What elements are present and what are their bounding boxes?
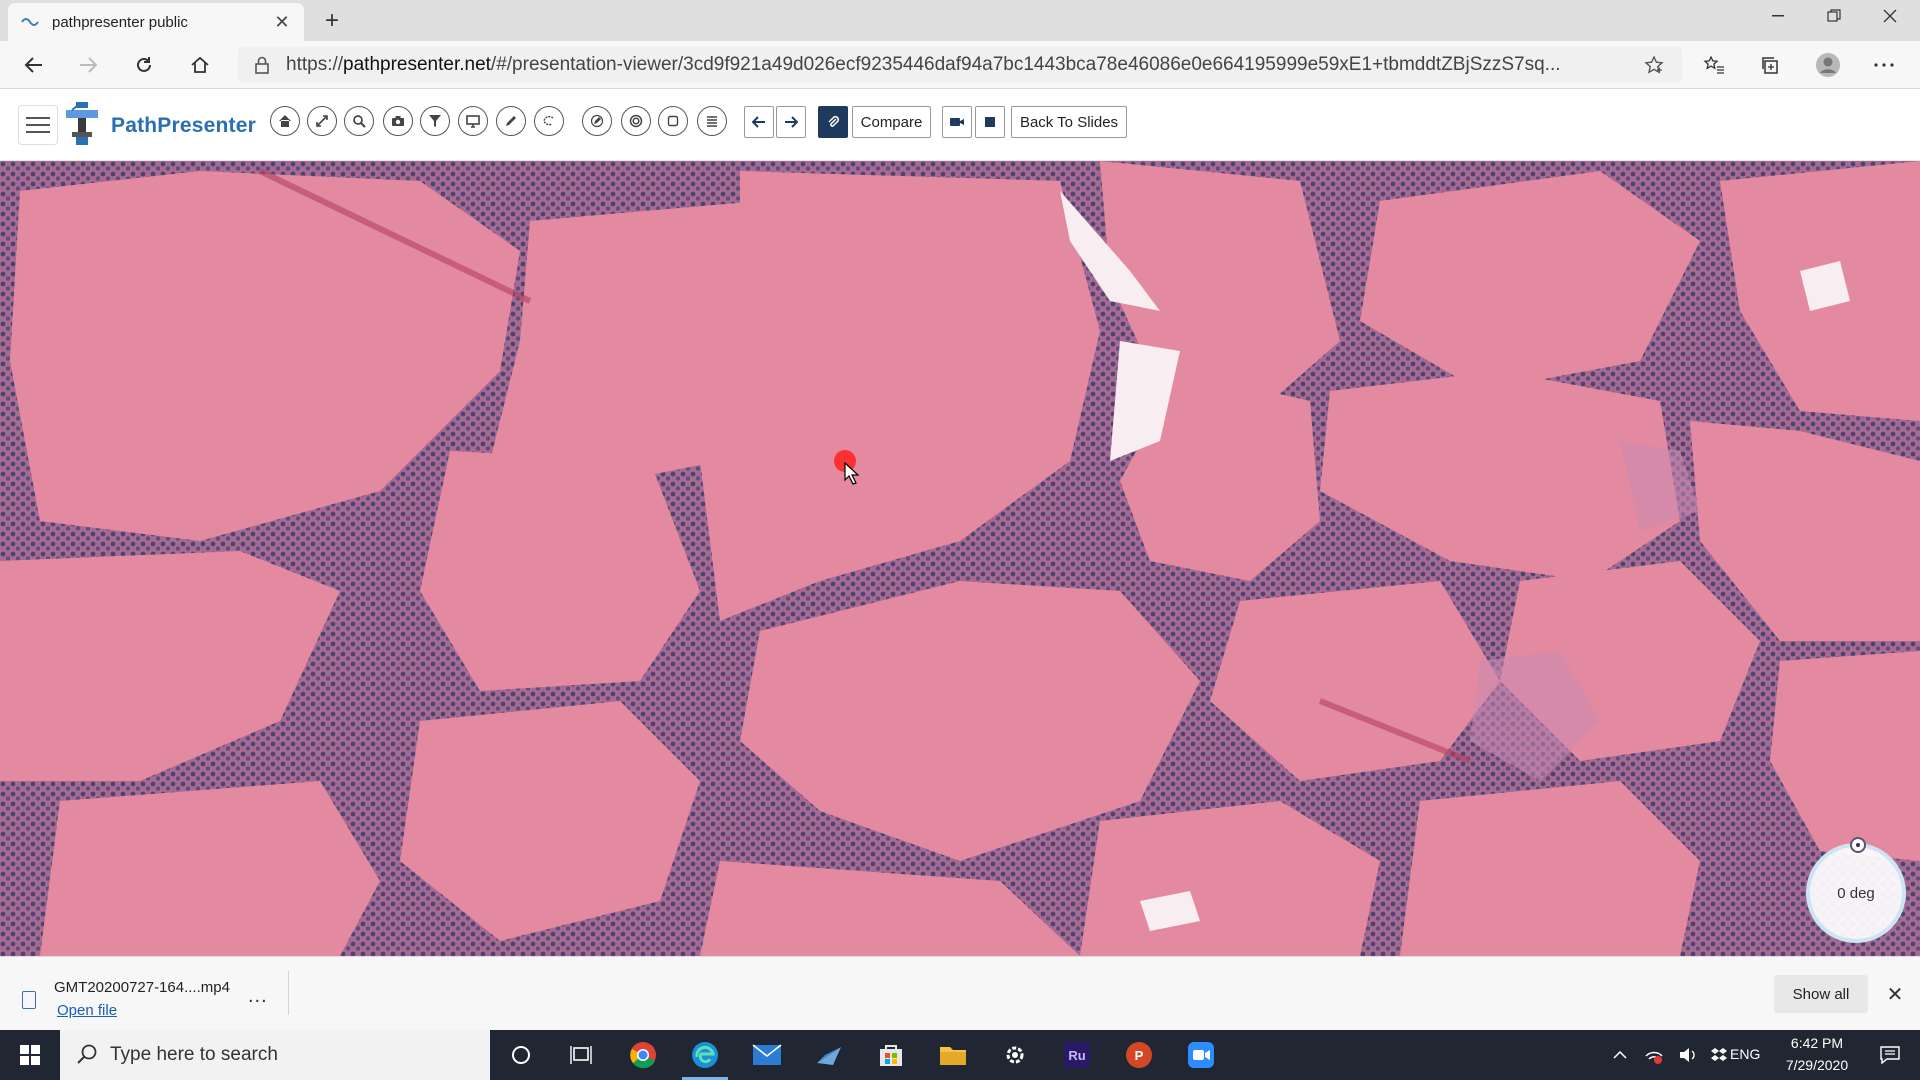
tab-title: pathpresenter public [52,13,188,31]
menu-hamburger-icon[interactable] [18,105,58,145]
show-all-button[interactable]: Show all [1774,975,1868,1013]
snapshot-button[interactable] [383,106,413,136]
clock-time[interactable]: 6:42 PM [1778,1035,1856,1051]
rush-app-icon[interactable]: Ru [1046,1030,1108,1080]
brand-name: PathPresenter [111,114,256,137]
task-view-icon[interactable] [550,1030,612,1080]
previous-slide-button[interactable] [744,106,774,138]
close-window-button[interactable] [1862,0,1918,32]
back-to-slides-button[interactable]: Back To Slides [1011,106,1127,138]
arrow-right-icon [785,116,798,128]
volume-icon[interactable] [1670,1030,1706,1080]
browser-tab-strip: pathpresenter public ✕ + [0,0,1920,41]
show-hidden-icons-chevron-icon[interactable] [1600,1030,1640,1080]
network-status-icon[interactable] [1636,1030,1672,1080]
collections-icon[interactable] [1752,49,1788,81]
stop-square-icon [985,117,995,127]
presentation-button[interactable] [458,106,488,136]
restore-button[interactable] [1806,0,1862,32]
address-bar[interactable]: https://pathpresenter.net/#/presentation… [238,47,1682,83]
chrome-icon[interactable] [612,1030,674,1080]
annotation-pen-icon [590,114,604,128]
rotation-handle[interactable] [1850,837,1866,853]
video-camera-icon [950,118,964,126]
arrow-left-icon [752,116,765,128]
store-icon[interactable] [860,1030,922,1080]
pathpresenter-logo [66,102,98,145]
new-tab-button[interactable]: + [316,5,348,37]
fullscreen-button[interactable] [307,106,337,136]
zoom-button[interactable] [344,106,374,136]
powerpoint-icon[interactable]: P [1108,1030,1170,1080]
rotation-dial[interactable]: 0 deg [1806,843,1906,943]
file-icon [22,991,36,1009]
svg-text:Ru: Ru [1068,1048,1085,1063]
edge-icon[interactable] [674,1030,736,1080]
slide-viewer[interactable] [0,161,1920,956]
svg-text:P: P [1135,1048,1144,1063]
rectangle-tool-button[interactable] [658,106,688,136]
forward-arrow-icon[interactable] [70,49,106,81]
square-icon [667,115,679,127]
download-file-name[interactable]: GMT20200727-164....mp4 [54,979,230,996]
pencil-icon [506,116,516,126]
clock-date[interactable]: 7/29/2020 [1774,1057,1860,1073]
lasso-icon [543,115,554,126]
favorites-list-icon[interactable] [1696,49,1732,81]
next-slide-button[interactable] [776,106,806,138]
browser-navigation-bar: https://pathpresenter.net/#/presentation… [0,41,1920,89]
cortana-circle-icon[interactable] [490,1030,552,1080]
file-explorer-icon[interactable] [922,1030,984,1080]
settings-gear-icon[interactable] [984,1030,1046,1080]
paperclip-icon [828,115,840,127]
target-circle-icon [629,114,643,128]
download-more-button[interactable]: ... [248,985,268,1008]
camera-icon [392,116,404,126]
expand-icon [316,115,328,127]
record-video-button[interactable] [942,106,972,138]
home-icon[interactable] [182,49,218,81]
monitor-icon [466,115,480,128]
pin-tool-button[interactable] [818,106,848,138]
draw-button[interactable] [496,106,526,136]
freehand-button[interactable] [534,106,564,136]
app-arrow-icon[interactable] [798,1030,860,1080]
filter-icon [429,115,441,127]
start-windows-icon[interactable] [0,1030,60,1080]
pathpresenter-favicon-icon [20,16,40,28]
input-language[interactable]: ENG [1730,1046,1760,1062]
circle-tool-button[interactable] [621,106,651,136]
annotation-toggle-button[interactable] [582,106,612,136]
back-arrow-icon[interactable] [16,49,52,81]
search-placeholder: Type here to search [110,1044,278,1065]
search-icon [77,1044,97,1064]
taskbar-search-input[interactable]: Type here to search [60,1030,490,1080]
tab-close-icon[interactable]: ✕ [272,12,292,33]
open-file-link[interactable]: Open file [57,1002,117,1019]
reload-icon[interactable] [126,49,162,81]
downloads-bar: GMT20200727-164....mp4 Open file ... Sho… [0,956,1920,1030]
notifications-icon[interactable] [1862,1030,1918,1080]
stop-button[interactable] [975,106,1005,138]
mail-icon[interactable] [736,1030,798,1080]
compare-button[interactable]: Compare [852,106,931,138]
divider [288,971,289,1015]
close-downloads-icon[interactable]: ✕ [1882,981,1908,1007]
list-button[interactable] [697,106,727,136]
zoom-magnifier-icon [353,115,366,128]
home-view-button[interactable] [270,106,300,136]
favorite-star-icon[interactable] [1636,49,1672,81]
histology-slide-image [0,161,1920,956]
lock-icon [255,56,269,74]
list-icon [707,116,717,127]
filter-button[interactable] [420,106,450,136]
url-text: https://pathpresenter.net/#/presentation… [286,54,1561,75]
home-icon [279,115,291,127]
browser-tab[interactable]: pathpresenter public ✕ [8,3,304,41]
windows-taskbar: Type here to search Ru P ENG 6:42 PM 7/2… [0,1030,1920,1080]
settings-more-icon[interactable] [1866,49,1902,81]
minimize-button[interactable] [1750,0,1806,32]
profile-avatar-icon[interactable] [1810,49,1846,81]
zoom-meetings-icon[interactable] [1170,1030,1232,1080]
